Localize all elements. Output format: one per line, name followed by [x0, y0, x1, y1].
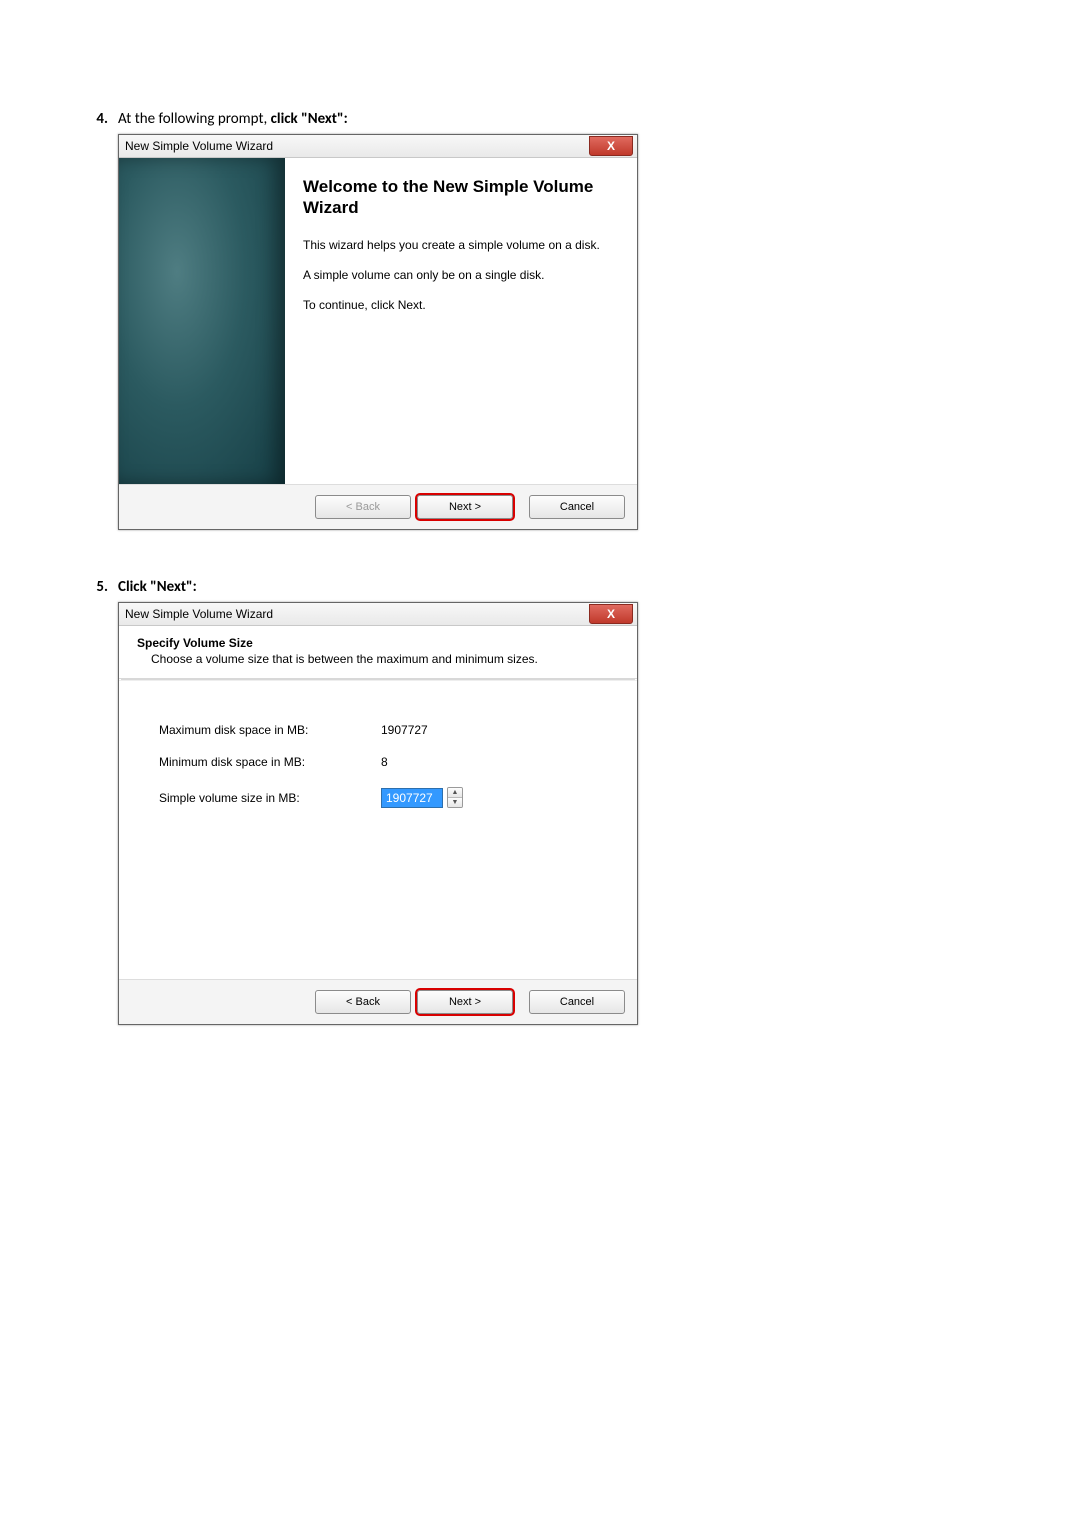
wizard-dialog-welcome: New Simple Volume Wizard X Welcome to th… — [118, 134, 638, 530]
wizard-header: Specify Volume Size Choose a volume size… — [119, 626, 637, 679]
spinner-buttons: ▲ ▼ — [447, 787, 463, 808]
wizard-p1: This wizard helps you create a simple vo… — [303, 237, 615, 253]
close-button[interactable]: X — [589, 136, 633, 156]
step-body: Click "Next": New Simple Volume Wizard X… — [118, 578, 1000, 1025]
step-5: 5. Click "Next": New Simple Volume Wizar… — [80, 578, 1000, 1025]
wizard-heading: Welcome to the New Simple Volume Wizard — [303, 176, 615, 219]
step4-text-bold: click "Next": — [271, 110, 348, 128]
titlebar[interactable]: New Simple Volume Wizard X — [119, 135, 637, 158]
cancel-button[interactable]: Cancel — [529, 990, 625, 1014]
next-button[interactable]: Next > — [417, 495, 513, 519]
wizard-p2: A simple volume can only be on a single … — [303, 267, 615, 283]
step-number: 4. — [80, 110, 118, 530]
button-row: < Back Next > Cancel — [119, 484, 637, 529]
spinner-down-icon[interactable]: ▼ — [448, 797, 462, 807]
row-max: Maximum disk space in MB: 1907727 — [159, 723, 609, 737]
titlebar[interactable]: New Simple Volume Wizard X — [119, 603, 637, 626]
step4-text-plain: At the following prompt, — [118, 110, 271, 128]
cancel-button[interactable]: Cancel — [529, 495, 625, 519]
close-icon: X — [607, 139, 615, 153]
spinner-up-icon[interactable]: ▲ — [448, 788, 462, 797]
back-button[interactable]: < Back — [315, 495, 411, 519]
max-value: 1907727 — [381, 723, 428, 737]
titlebar-text: New Simple Volume Wizard — [119, 607, 273, 621]
step-number: 5. — [80, 578, 118, 1025]
row-min: Minimum disk space in MB: 8 — [159, 755, 609, 769]
step-4: 4. At the following prompt, click "Next"… — [80, 110, 1000, 530]
back-button[interactable]: < Back — [315, 990, 411, 1014]
size-label: Simple volume size in MB: — [159, 791, 381, 805]
wizard-header-sub: Choose a volume size that is between the… — [151, 652, 623, 666]
wizard-sidebar-image — [119, 158, 285, 484]
titlebar-text: New Simple Volume Wizard — [119, 139, 273, 153]
wizard-body: Welcome to the New Simple Volume Wizard … — [119, 158, 637, 484]
button-row: < Back Next > Cancel — [119, 979, 637, 1024]
wizard-header-title: Specify Volume Size — [137, 636, 623, 650]
wizard-content: Welcome to the New Simple Volume Wizard … — [285, 158, 637, 484]
close-button[interactable]: X — [589, 604, 633, 624]
wizard-p3: To continue, click Next. — [303, 297, 615, 313]
close-icon: X — [607, 607, 615, 621]
wizard-dialog-volume-size: New Simple Volume Wizard X Specify Volum… — [118, 602, 638, 1025]
size-input[interactable] — [381, 788, 443, 808]
size-spinner: ▲ ▼ — [381, 787, 463, 808]
wizard-body: Maximum disk space in MB: 1907727 Minimu… — [119, 680, 637, 979]
min-label: Minimum disk space in MB: — [159, 755, 381, 769]
min-value: 8 — [381, 755, 388, 769]
row-size: Simple volume size in MB: ▲ ▼ — [159, 787, 609, 808]
max-label: Maximum disk space in MB: — [159, 723, 381, 737]
next-button[interactable]: Next > — [417, 990, 513, 1014]
step5-text-bold: Click "Next": — [118, 578, 197, 596]
step-body: At the following prompt, click "Next": N… — [118, 110, 1000, 530]
